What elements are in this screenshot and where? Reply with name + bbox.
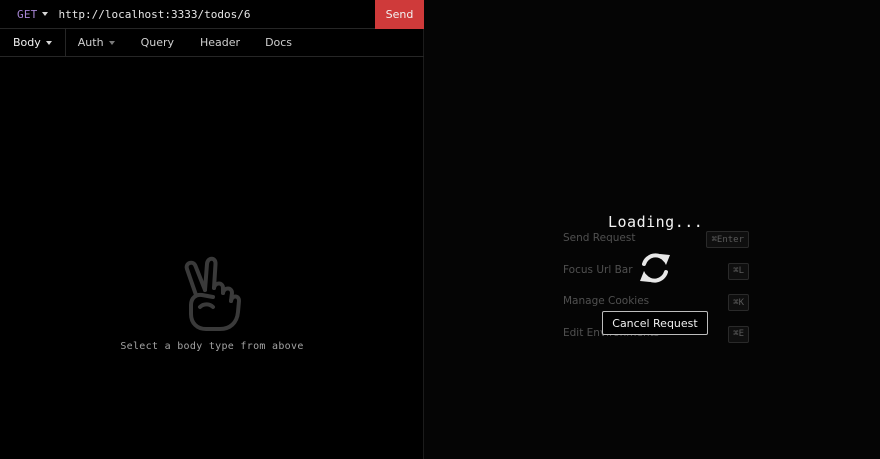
shortcut-label: Send Request xyxy=(563,232,636,244)
send-button[interactable]: Send xyxy=(375,0,424,29)
shortcut-label: Manage Cookies xyxy=(563,295,650,307)
tab-header[interactable]: Header xyxy=(187,29,252,56)
tab-query-label: Query xyxy=(140,36,174,49)
tab-docs-label: Docs xyxy=(265,36,293,49)
method-selector[interactable]: GET xyxy=(0,0,56,29)
tab-auth-label: Auth xyxy=(77,36,104,49)
tab-body[interactable]: Body xyxy=(0,29,66,56)
loading-title: Loading... xyxy=(608,213,704,231)
shortcut-label: Focus Url Bar xyxy=(563,263,633,276)
chevron-down-icon xyxy=(45,40,52,45)
request-pane: GET Send Body Auth Query Header Docs xyxy=(0,0,424,459)
peace-hand-icon xyxy=(184,256,241,331)
tab-query[interactable]: Query xyxy=(129,29,187,56)
method-label: GET xyxy=(17,7,38,21)
chevron-down-icon xyxy=(108,40,115,45)
tab-header-label: Header xyxy=(200,36,241,49)
request-tabs: Body Auth Query Header Docs xyxy=(0,29,424,57)
tab-docs[interactable]: Docs xyxy=(252,29,304,56)
response-pane: Send Request ⌘Enter Focus Url Bar ⌘L Man… xyxy=(424,0,880,459)
shortcut-key: ⌘Enter xyxy=(706,231,749,248)
chevron-down-icon xyxy=(42,12,49,16)
refresh-icon xyxy=(640,253,670,283)
tab-body-label: Body xyxy=(13,36,41,49)
url-bar: GET Send xyxy=(0,0,424,29)
body-empty-state: Select a body type from above xyxy=(0,255,424,352)
url-input[interactable] xyxy=(56,0,424,29)
shortcut-key: ⌘K xyxy=(728,294,749,311)
empty-message: Select a body type from above xyxy=(120,341,304,352)
tab-auth[interactable]: Auth xyxy=(66,29,129,56)
shortcut-key: ⌘E xyxy=(728,325,749,343)
shortcut-key: ⌘L xyxy=(728,262,749,280)
cancel-request-button[interactable]: Cancel Request xyxy=(602,311,708,335)
